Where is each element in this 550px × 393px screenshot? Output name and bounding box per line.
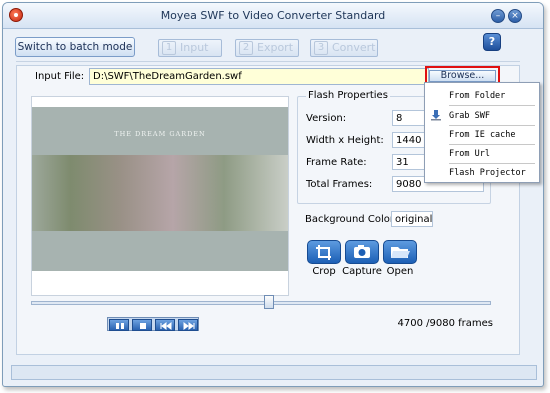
seek-slider[interactable] bbox=[31, 301, 491, 305]
help-button[interactable]: ? bbox=[483, 33, 501, 51]
minimize-icon: – bbox=[495, 11, 501, 21]
window-title: Moyea SWF to Video Converter Standard bbox=[160, 9, 386, 22]
capture-label: Capture bbox=[342, 266, 382, 277]
pause-icon bbox=[116, 323, 124, 329]
step-number: 3 bbox=[314, 41, 328, 55]
app-window: Moyea SWF to Video Converter Standard – … bbox=[2, 2, 544, 387]
preview-bottom-band bbox=[32, 231, 288, 271]
step-number: 1 bbox=[162, 41, 176, 55]
seek-slider-thumb[interactable] bbox=[264, 295, 275, 309]
crop-button[interactable] bbox=[307, 240, 341, 264]
rewind-icon bbox=[160, 322, 172, 330]
minimize-button[interactable]: – bbox=[491, 9, 505, 23]
preview-scene-image bbox=[32, 155, 288, 231]
menu-item-grab-swf[interactable]: Grab SWF bbox=[449, 111, 490, 121]
tab-convert[interactable]: 3 Convert bbox=[310, 39, 378, 57]
tab-input[interactable]: 1 Input bbox=[158, 39, 222, 57]
video-preview: THE DREAM GARDEN bbox=[31, 96, 289, 296]
forward-button[interactable] bbox=[178, 319, 198, 331]
preview-title-text: THE DREAM GARDEN bbox=[114, 130, 206, 138]
frame-rate-label: Frame Rate: bbox=[306, 157, 367, 168]
stop-icon bbox=[140, 323, 146, 329]
title-bar: Moyea SWF to Video Converter Standard – … bbox=[3, 3, 543, 29]
dimensions-label: Width x Height: bbox=[306, 135, 384, 146]
crop-icon bbox=[316, 245, 331, 260]
folder-open-icon bbox=[391, 247, 410, 258]
flash-properties-legend: Flash Properties bbox=[306, 90, 390, 101]
tab-label: Input bbox=[180, 41, 209, 54]
stop-button[interactable] bbox=[132, 319, 152, 331]
browse-dropdown-menu: From Folder Grab SWF From IE cache From … bbox=[424, 82, 540, 183]
input-file-field[interactable]: D:\SWF\TheDreamGarden.swf bbox=[89, 68, 429, 85]
close-button[interactable]: × bbox=[508, 9, 522, 23]
input-file-label: Input File: bbox=[35, 71, 85, 82]
open-button[interactable] bbox=[383, 240, 417, 264]
close-icon: × bbox=[511, 11, 519, 21]
background-color-select[interactable]: original bbox=[391, 211, 433, 227]
menu-separator bbox=[449, 163, 535, 164]
camera-icon bbox=[354, 245, 370, 258]
menu-item-flash-projector[interactable]: Flash Projector bbox=[449, 168, 526, 178]
menu-item-from-ie-cache[interactable]: From IE cache bbox=[449, 130, 516, 140]
crop-label: Crop bbox=[312, 266, 336, 277]
menu-item-from-folder[interactable]: From Folder bbox=[449, 91, 505, 101]
tab-label: Export bbox=[257, 41, 294, 54]
background-color-label: Background Color: bbox=[305, 214, 398, 225]
open-label: Open bbox=[386, 266, 414, 277]
grab-download-icon bbox=[431, 110, 441, 121]
pause-button[interactable] bbox=[109, 319, 129, 331]
frame-counter: 4700 /9080 frames bbox=[397, 318, 494, 329]
divider bbox=[16, 61, 520, 62]
playback-controls bbox=[107, 317, 199, 331]
status-bar bbox=[11, 365, 537, 380]
menu-item-from-url[interactable]: From Url bbox=[449, 149, 490, 159]
menu-separator bbox=[449, 144, 535, 145]
fast-forward-icon bbox=[183, 322, 195, 330]
version-label: Version: bbox=[306, 113, 347, 124]
batch-mode-button[interactable]: Switch to batch mode bbox=[15, 37, 135, 57]
menu-separator bbox=[449, 105, 535, 106]
tab-label: Convert bbox=[332, 41, 376, 54]
step-number: 2 bbox=[239, 41, 253, 55]
total-frames-label: Total Frames: bbox=[306, 179, 373, 190]
rewind-button[interactable] bbox=[155, 319, 175, 331]
menu-separator bbox=[449, 125, 535, 126]
browse-button[interactable]: Browse... bbox=[429, 70, 496, 82]
tab-export[interactable]: 2 Export bbox=[235, 39, 299, 57]
capture-button[interactable] bbox=[345, 240, 379, 264]
